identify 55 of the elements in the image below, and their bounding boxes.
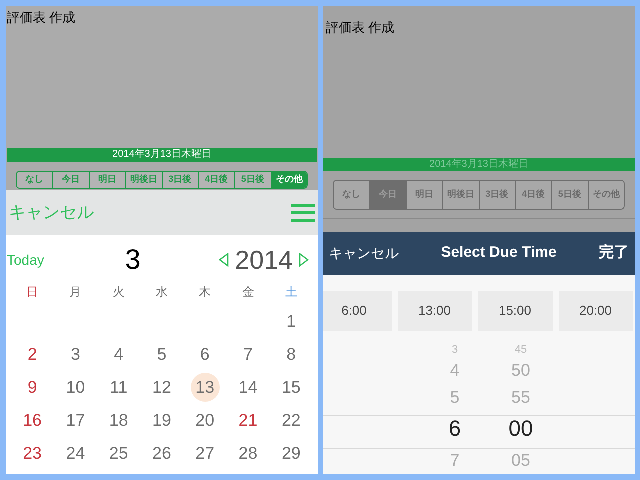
time-preset-button[interactable]: 20:00: [558, 291, 633, 331]
time-preset-button[interactable]: 6:00: [323, 291, 392, 331]
day-cell[interactable]: 28: [234, 439, 263, 468]
date-bar: 2014年3月13日木曜日: [323, 158, 635, 171]
day-cell[interactable]: 8: [276, 340, 306, 369]
day-cell[interactable]: 9: [18, 373, 48, 402]
day-cell[interactable]: 13: [190, 373, 220, 402]
time-preset-button[interactable]: 15:00: [478, 291, 552, 331]
day-cell[interactable]: 4: [104, 340, 134, 369]
day-cell[interactable]: 3: [61, 340, 90, 369]
weekday-label: 火: [112, 284, 126, 301]
done-button[interactable]: 完了: [598, 242, 629, 265]
day-cell[interactable]: 20: [190, 406, 220, 435]
day-cell[interactable]: 16: [18, 406, 48, 435]
day-cell[interactable]: 23: [18, 439, 48, 468]
day-cell[interactable]: 25: [104, 439, 134, 468]
previous-icon[interactable]: [219, 253, 230, 267]
day-cell[interactable]: 7: [234, 340, 263, 369]
day-cell[interactable]: 6: [190, 340, 220, 369]
day-cell[interactable]: 29: [276, 439, 306, 468]
weekday-label: 土: [284, 284, 298, 301]
weekday-label: 月: [68, 284, 83, 301]
day-cell[interactable]: 18: [104, 406, 134, 435]
day-cell[interactable]: 24: [61, 439, 90, 468]
day-cell[interactable]: 1: [276, 307, 306, 336]
weekday-label: 水: [154, 284, 169, 301]
menu-icon[interactable]: [291, 204, 315, 222]
cancel-button[interactable]: キャンセル: [329, 243, 399, 264]
weekday-label: 木: [198, 284, 212, 301]
next-icon[interactable]: [299, 253, 309, 267]
page-title: 評価表 作成: [325, 19, 396, 37]
time-preset-button[interactable]: 13:00: [398, 291, 472, 331]
day-cell[interactable]: 22: [276, 406, 306, 435]
day-cell[interactable]: 10: [61, 373, 90, 402]
day-cell[interactable]: 21: [234, 406, 263, 435]
day-cell[interactable]: 27: [190, 439, 220, 468]
year-label: 2014: [235, 244, 293, 276]
day-cell[interactable]: 15: [276, 373, 306, 402]
weekday-label: 金: [241, 284, 256, 301]
picker-value[interactable]: 6: [448, 411, 462, 447]
date-bar: 2014年3月13日木曜日: [7, 148, 317, 162]
segment-tab[interactable]: その他: [272, 172, 307, 188]
day-cell[interactable]: 14: [234, 373, 263, 402]
day-cell[interactable]: 19: [147, 406, 176, 435]
page-title: 評価表 作成: [6, 9, 77, 27]
day-cell[interactable]: 2: [18, 340, 48, 369]
day-cell[interactable]: 26: [147, 439, 176, 468]
header-title: Select Due Time: [441, 243, 557, 264]
day-cell[interactable]: 12: [147, 373, 176, 402]
weekday-label: 日: [26, 284, 40, 301]
day-cell[interactable]: 17: [61, 406, 90, 435]
day-cell[interactable]: 11: [104, 373, 134, 402]
day-cell[interactable]: 5: [147, 340, 176, 369]
picker-value[interactable]: 00: [508, 411, 534, 447]
month-label: 3: [124, 243, 142, 277]
